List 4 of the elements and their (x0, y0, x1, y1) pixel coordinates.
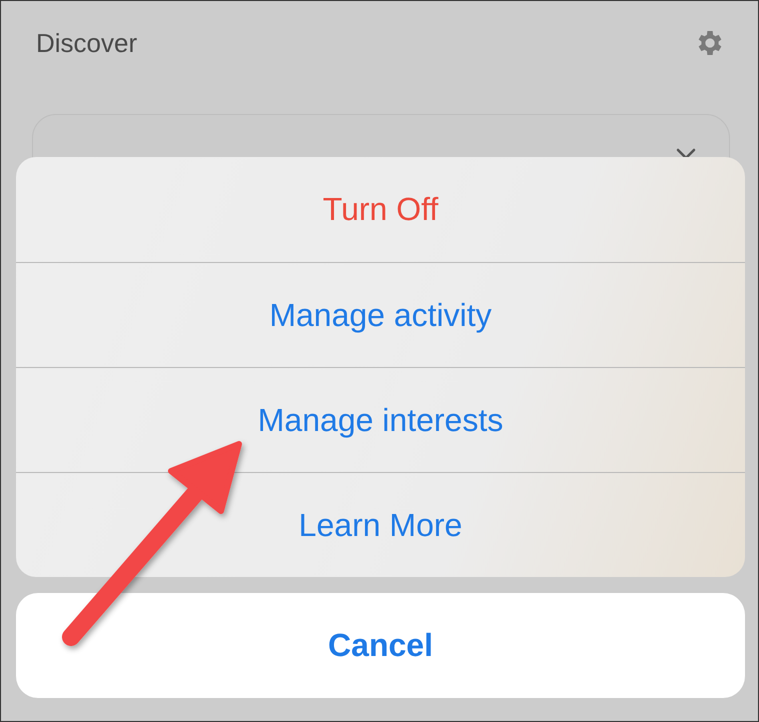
screen-title: Discover (36, 28, 138, 58)
action-button[interactable]: Manage activity (16, 262, 745, 367)
action-button[interactable]: Turn Off (16, 157, 745, 262)
cancel-button[interactable]: Cancel (16, 593, 745, 698)
